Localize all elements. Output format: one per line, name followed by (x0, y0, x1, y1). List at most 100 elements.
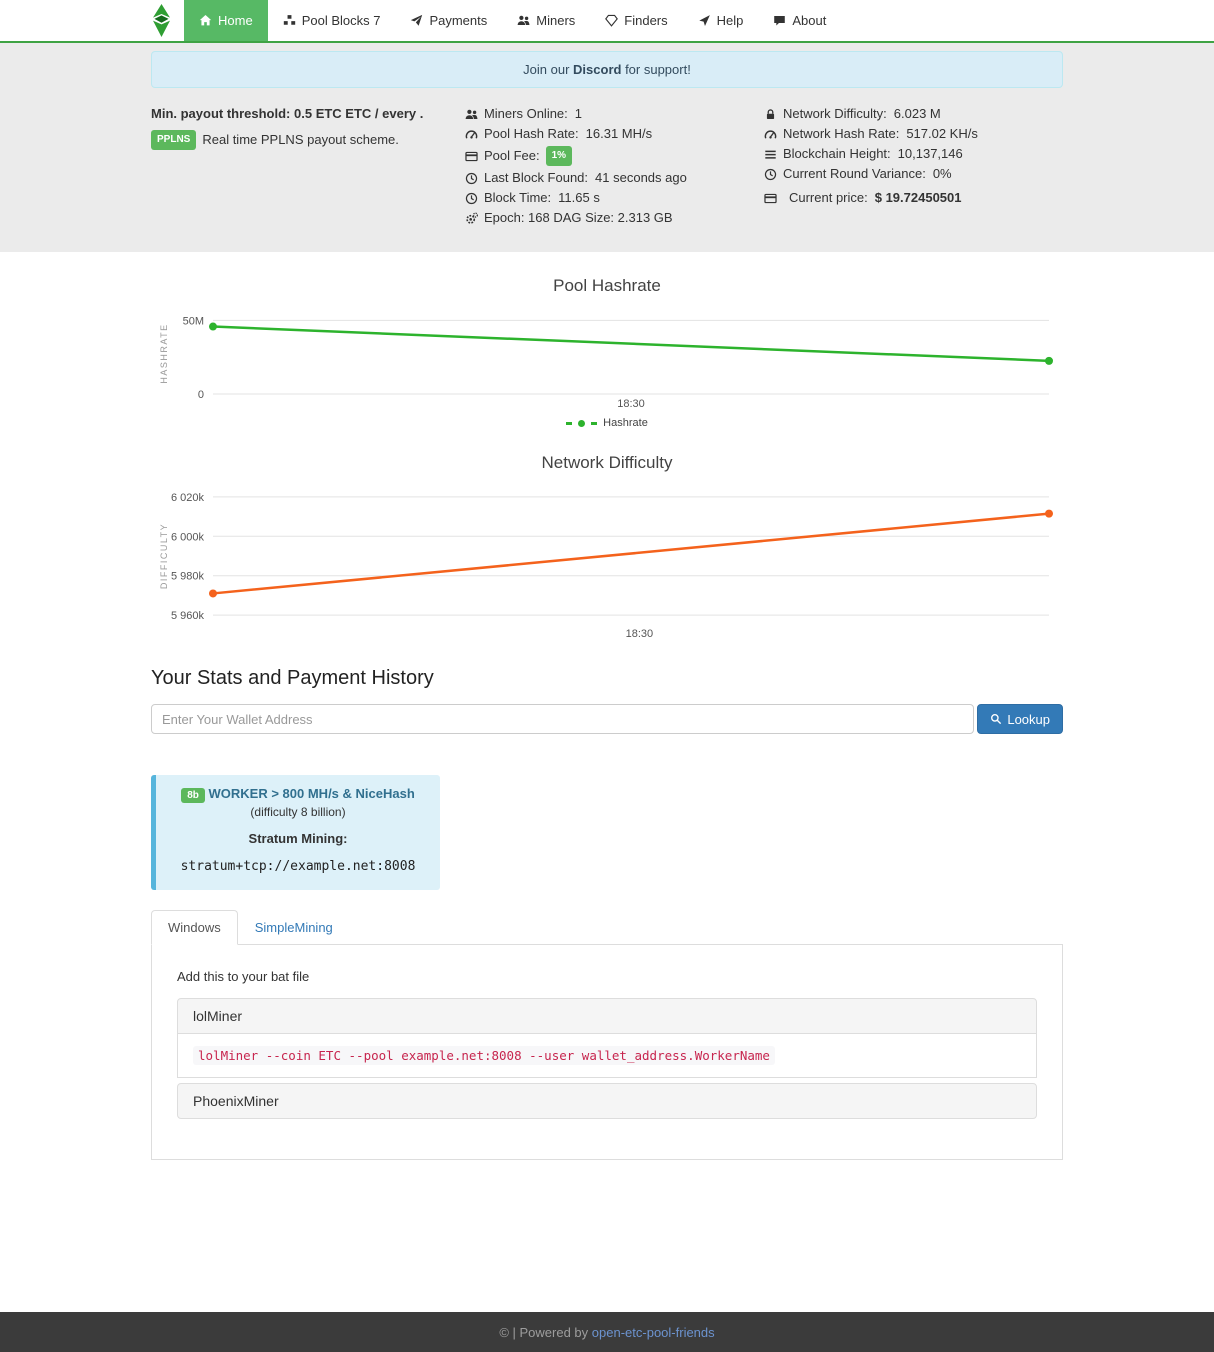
location-arrow-icon (698, 14, 711, 27)
stat-label: Pool Fee: (484, 148, 540, 164)
hashrate-legend[interactable]: Hashrate (151, 417, 1063, 429)
nicehash-info-callout: 8b WORKER > 800 MH/s & NiceHash (difficu… (151, 775, 440, 890)
hashrate-legend-line-right (591, 422, 597, 425)
credit-card-icon (465, 150, 478, 163)
payout-column: Min. payout threshold: 0.5 ETC ETC / eve… (151, 106, 465, 230)
accordion-phoenixminer-header[interactable]: PhoenixMiner (177, 1083, 1037, 1119)
hashrate-legend-line-left (566, 422, 572, 425)
stat-label: Current price: (789, 190, 868, 206)
clock-icon (465, 172, 478, 185)
nav-about-label: About (792, 13, 826, 28)
pool-hashrate-chart: 50M018:30HASHRATE (151, 306, 1061, 411)
svg-text:6 020k: 6 020k (171, 492, 205, 504)
stat-label: Block Time: (484, 190, 551, 206)
stat-value: 11.65 s (558, 190, 600, 206)
search-icon (990, 713, 1002, 725)
bars-icon (764, 148, 777, 161)
stratum-label: Stratum Mining: (166, 831, 430, 846)
nav-payments[interactable]: Payments (395, 0, 502, 41)
stat-value: 16.31 MH/s (586, 126, 652, 142)
brand-logo[interactable] (151, 0, 172, 41)
pplns-badge: PPLNS (151, 130, 196, 150)
stat-value: 10,137,146 (898, 146, 963, 162)
wallet-address-input[interactable] (151, 704, 974, 734)
nav-home[interactable]: Home (184, 0, 268, 41)
hashrate-legend-marker (578, 420, 585, 427)
nav-help[interactable]: Help (683, 0, 759, 41)
home-icon (199, 14, 212, 27)
svg-text:18:30: 18:30 (626, 628, 654, 640)
tachometer-icon (465, 128, 478, 141)
stat-pool-hashrate: Pool Hash Rate: 16.31 MH/s (465, 126, 764, 142)
network-difficulty-chart-title: Network Difficulty (151, 453, 1063, 473)
tab-simplemining[interactable]: SimpleMining (238, 910, 350, 945)
stat-label: Current Round Variance: (783, 166, 926, 182)
svg-text:18:30: 18:30 (617, 398, 645, 410)
stat-pool-fee: Pool Fee: 1% (465, 146, 764, 166)
nav-pool-blocks[interactable]: Pool Blocks 7 (268, 0, 396, 41)
lolminer-command: lolMiner --coin ETC --pool example.net:8… (193, 1046, 775, 1065)
footer: © | Powered by open-etc-pool-friends (0, 1312, 1214, 1352)
stat-label: Last Block Found: (484, 170, 588, 186)
discord-banner-suffix: for support! (621, 62, 690, 77)
svg-text:5 960k: 5 960k (171, 610, 205, 622)
stat-value: 0% (933, 166, 952, 182)
accordion-lolminer-body: lolMiner --coin ETC --pool example.net:8… (177, 1034, 1037, 1078)
users-icon (517, 14, 530, 27)
worker-title: WORKER > 800 MH/s & NiceHash (209, 786, 415, 801)
stat-epoch-dag: Epoch: 168 DAG Size: 2.313 GB (465, 210, 764, 226)
stat-last-block: Last Block Found: 41 seconds ago (465, 170, 764, 186)
comment-icon (773, 14, 786, 27)
lookup-button[interactable]: Lookup (977, 704, 1063, 734)
worker-subtitle: (difficulty 8 billion) (166, 805, 430, 819)
nav-miners[interactable]: Miners (502, 0, 590, 41)
svg-text:HASHRATE: HASHRATE (159, 323, 169, 383)
lookup-button-label: Lookup (1007, 712, 1050, 727)
tab-windows[interactable]: Windows (151, 910, 238, 945)
network-stats-column: Network Difficulty: 6.023 M Network Hash… (764, 106, 1063, 230)
stats-section: Join our Discord for support! Min. payou… (0, 43, 1214, 252)
nav-about[interactable]: About (758, 0, 841, 41)
footer-link[interactable]: open-etc-pool-friends (592, 1325, 715, 1340)
nav-finders[interactable]: Finders (590, 0, 682, 41)
stat-value: 517.02 KH/s (906, 126, 978, 142)
stat-value: 6.023 M (894, 106, 941, 122)
stat-miners-online: Miners Online: 1 (465, 106, 764, 122)
gem-icon (605, 14, 618, 27)
pool-fee-badge: 1% (546, 146, 572, 166)
nav-miners-label: Miners (536, 13, 575, 28)
hashrate-legend-label: Hashrate (603, 417, 648, 429)
svg-text:6 000k: 6 000k (171, 531, 205, 543)
lookup-heading: Your Stats and Payment History (151, 667, 1063, 690)
windows-tab-panel: Add this to your bat file lolMiner lolMi… (151, 945, 1063, 1160)
stat-network-hashrate: Network Hash Rate: 517.02 KH/s (764, 126, 1063, 142)
etc-logo-icon (151, 4, 172, 37)
stat-value: 1 (575, 106, 582, 122)
discord-link[interactable]: Discord (573, 62, 621, 77)
stat-block-time: Block Time: 11.65 s (465, 190, 764, 206)
stat-label: Miners Online: (484, 106, 568, 122)
pool-hashrate-chart-title: Pool Hashrate (151, 276, 1063, 296)
discord-banner-prefix: Join our (523, 62, 573, 77)
nav-pool-blocks-label: Pool Blocks 7 (302, 13, 381, 28)
miner-setup-section: Windows SimpleMining Add this to your ba… (151, 910, 1063, 1160)
svg-text:DIFFICULTY: DIFFICULTY (159, 523, 169, 589)
lock-icon (764, 108, 777, 121)
stat-value: $ 19.72450501 (875, 190, 962, 206)
stat-round-variance: Current Round Variance: 0% (764, 166, 1063, 182)
cogs-icon (465, 212, 478, 225)
stat-network-difficulty: Network Difficulty: 6.023 M (764, 106, 1063, 122)
paper-plane-icon (410, 14, 423, 27)
nav-home-label: Home (218, 13, 253, 28)
stat-label: Blockchain Height: (783, 146, 891, 162)
clock-icon (465, 192, 478, 205)
credit-card-icon (764, 192, 777, 205)
users-icon (465, 108, 478, 121)
discord-banner: Join our Discord for support! (151, 51, 1063, 88)
clock-icon (764, 168, 777, 181)
cubes-icon (283, 14, 296, 27)
bat-file-instruction: Add this to your bat file (177, 969, 1037, 984)
network-difficulty-chart: 6 020k6 000k5 980k5 960k18:30DIFFICULTY (151, 483, 1061, 643)
accordion-lolminer-header[interactable]: lolMiner (177, 998, 1037, 1034)
tachometer-icon (764, 128, 777, 141)
